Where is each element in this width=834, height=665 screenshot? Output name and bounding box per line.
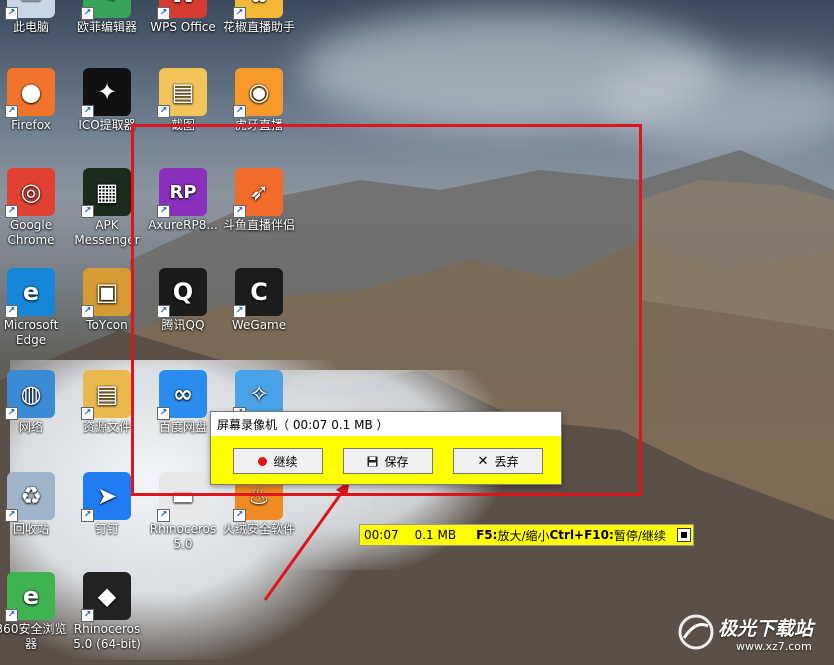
- desktop-icon[interactable]: ♻ ↗ 回收站: [0, 472, 69, 537]
- desktop-icon-label: 此电脑: [12, 20, 49, 34]
- shortcut-arrow-icon: ↗: [157, 509, 170, 522]
- hint-f10-key: Ctrl+F10:: [549, 528, 614, 542]
- discard-label: 丢弃: [494, 454, 519, 469]
- rhino64-icon: ◆ ↗: [81, 572, 131, 622]
- edge-icon: e ↗: [5, 268, 55, 318]
- shortcut-arrow-icon: ↗: [5, 105, 18, 118]
- recorder-controls: 继续 保存 ✕ 丢弃: [211, 436, 561, 484]
- desktop-icon[interactable]: e ↗ Microsoft Edge: [0, 268, 69, 348]
- shortcut-arrow-icon: ↗: [5, 509, 18, 522]
- screen-recorder-window: 屏幕录像机（ 00:07 0.1 MB ） ✕ 继续 保存 ✕ 丢弃: [210, 411, 562, 485]
- save-label: 保存: [384, 454, 409, 469]
- hint-f5-key: F5:: [476, 528, 498, 542]
- floppy-icon: [367, 456, 378, 466]
- desktop-icon[interactable]: W↗WPS Office: [145, 0, 221, 35]
- desktop-icon-label: 钉钉: [94, 522, 119, 536]
- dingtalk-icon: ➤ ↗: [81, 472, 131, 522]
- editor-icon: ✎↗: [81, 0, 131, 20]
- shortcut-arrow-icon: ↗: [5, 305, 18, 318]
- desktop-icon-label: Google Chrome: [7, 218, 55, 247]
- recycle-bin-icon: ♻ ↗: [5, 472, 55, 522]
- shortcut-arrow-icon: ↗: [5, 609, 18, 622]
- desktop-icon[interactable]: e ↗ 360安全浏览器: [0, 572, 69, 652]
- desktop-icon-label: 火绒安全软件: [222, 522, 295, 536]
- shortcut-arrow-icon: ↗: [81, 509, 94, 522]
- desktop-icon[interactable]: ✎↗欧菲编辑器: [69, 0, 145, 35]
- status-size: 0.1 MB: [414, 528, 457, 542]
- shortcut-arrow-icon: ↗: [81, 609, 94, 622]
- network-icon: ◍ ↗: [5, 370, 55, 420]
- desktop-icon-label: WPS Office: [150, 20, 216, 34]
- desktop-icon[interactable]: ◆ ↗ Rhinoceros 5.0 (64-bit): [69, 572, 145, 652]
- wps-icon: W↗: [157, 0, 207, 20]
- shortcut-arrow-icon: ↗: [81, 407, 94, 420]
- shortcut-arrow-icon: ↗: [157, 7, 170, 20]
- huajiao-icon: ✿↗: [233, 0, 283, 20]
- toycon-icon: ▣ ↗: [81, 268, 131, 318]
- computer-icon: ▭↗: [5, 0, 55, 20]
- desktop-icon-label: 花椒直播助手: [222, 20, 295, 34]
- desktop-icon[interactable]: ◎ ↗ Google Chrome: [0, 168, 69, 248]
- shortcut-arrow-icon: ↗: [5, 407, 18, 420]
- android-icon: ▦ ↗: [81, 168, 131, 218]
- stop-icon[interactable]: [677, 528, 691, 542]
- shortcut-arrow-icon: ↗: [233, 509, 246, 522]
- ico-extractor-icon: ✦ ↗: [81, 68, 131, 118]
- folder-icon: ▤ ↗: [157, 68, 207, 118]
- shortcut-arrow-icon: ↗: [233, 7, 246, 20]
- aurora-logo-icon: [678, 614, 714, 650]
- shortcut-arrow-icon: ↗: [233, 105, 246, 118]
- desktop-icon-label: Microsoft Edge: [3, 318, 59, 347]
- desktop-icon[interactable]: ● ↗ Firefox: [0, 68, 69, 133]
- shortcut-arrow-icon: ↗: [81, 7, 94, 20]
- desktop-icon-label: Firefox: [11, 118, 51, 132]
- continue-label: 继续: [273, 454, 298, 469]
- discard-button[interactable]: ✕ 丢弃: [453, 448, 543, 474]
- huya-icon: ◉ ↗: [233, 68, 283, 118]
- shortcut-arrow-icon: ↗: [157, 105, 170, 118]
- firefox-icon: ● ↗: [5, 68, 55, 118]
- folder-icon: ▤ ↗: [81, 370, 131, 420]
- shortcut-arrow-icon: ↗: [5, 7, 18, 20]
- record-icon: [258, 456, 268, 466]
- desktop-icon-label: 回收站: [12, 522, 49, 536]
- desktop-icon[interactable]: ◍ ↗ 网络: [0, 370, 69, 435]
- desktop-icon-label: 360安全浏览器: [0, 622, 67, 651]
- desktop-icon-label: 欧菲编辑器: [76, 20, 137, 34]
- 360-browser-icon: e ↗: [5, 572, 55, 622]
- desktop-icon[interactable]: ▭↗此电脑: [0, 0, 69, 35]
- chrome-icon: ◎ ↗: [5, 168, 55, 218]
- watermark-url: www.xz7.com: [736, 640, 812, 653]
- watermark-text: 极光下载站: [718, 618, 814, 640]
- desktop-icon[interactable]: ✿↗花椒直播助手: [221, 0, 297, 35]
- continue-button[interactable]: 继续: [233, 448, 323, 474]
- x-icon: ✕: [477, 453, 489, 469]
- hint-f5-text: 放大/缩小: [497, 528, 550, 543]
- shortcut-arrow-icon: ↗: [81, 305, 94, 318]
- hint-f10-text: 暂停/继续: [613, 528, 666, 543]
- desktop-icon-label: Rhinoceros 5.0: [149, 522, 217, 551]
- recorder-title: 屏幕录像机（ 00:07 0.1 MB ）: [217, 417, 389, 432]
- shortcut-arrow-icon: ↗: [5, 205, 18, 218]
- recording-status-bar: 00:07 0.1 MB F5: 放大/缩小 Ctrl+F10: 暂停/继续: [359, 524, 694, 546]
- save-button[interactable]: 保存: [343, 448, 433, 474]
- status-time: 00:07: [364, 528, 399, 542]
- watermark: 极光下载站 www.xz7.com: [676, 606, 834, 665]
- shortcut-arrow-icon: ↗: [81, 205, 94, 218]
- desktop-icon-label: Rhinoceros 5.0 (64-bit): [73, 622, 141, 651]
- desktop-icon-label: 网络: [18, 420, 43, 434]
- shortcut-arrow-icon: ↗: [81, 105, 94, 118]
